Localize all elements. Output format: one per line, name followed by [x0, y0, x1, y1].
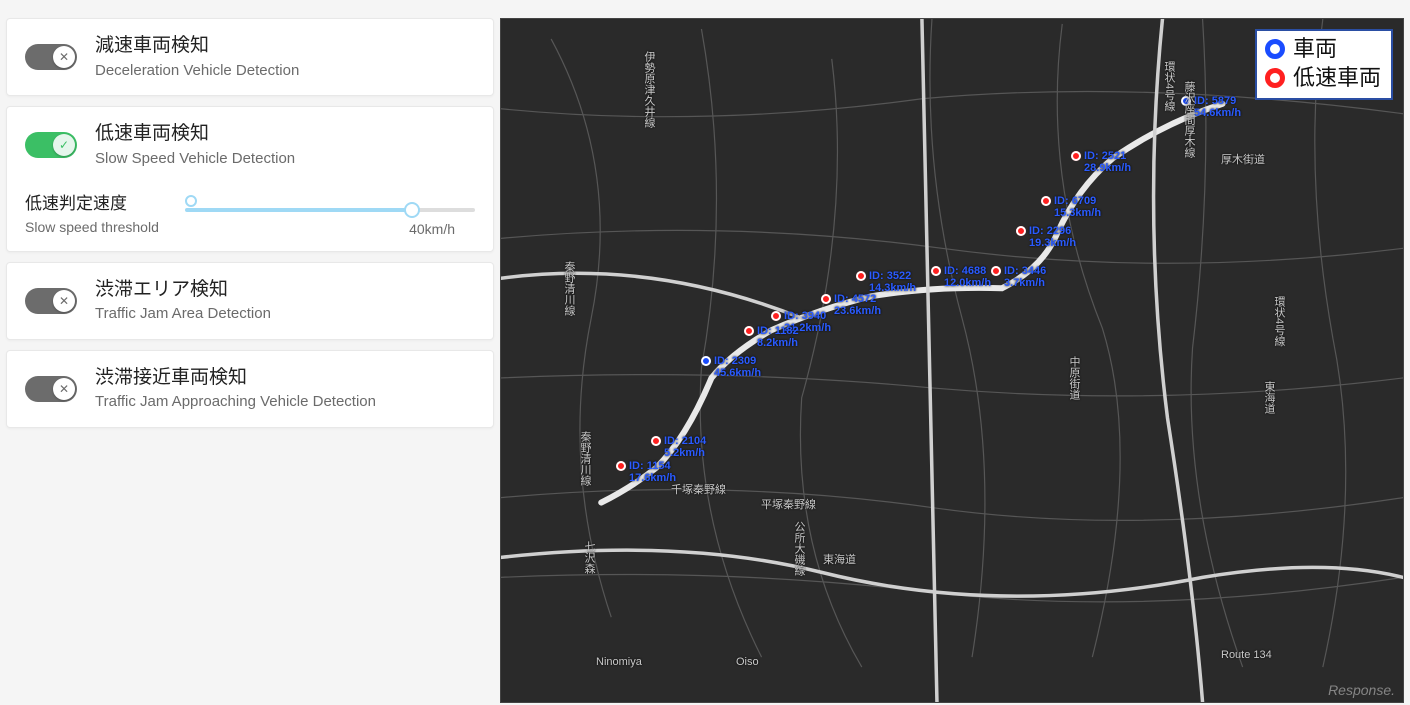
legend-slow-vehicle-label: 低速車両 [1293, 64, 1381, 93]
vehicle-marker[interactable] [856, 271, 866, 281]
vehicle-label: ID: 34463.7km/h [1004, 265, 1046, 289]
road-label: 東海道 [823, 551, 856, 567]
road-label: 中原街道 [1066, 356, 1082, 400]
road-label: 公所大磯線 [791, 521, 807, 576]
toggle-deceleration-detection[interactable]: ✕ [25, 44, 77, 70]
vehicle-marker[interactable] [991, 266, 1001, 276]
vehicle-label: ID: 457223.6km/h [834, 293, 881, 317]
label-jp: 渋滞接近車両検知 [95, 365, 376, 391]
settings-sidebar: ✕ 減速車両検知 Deceleration Vehicle Detection … [0, 0, 500, 705]
watermark: Response. [1328, 682, 1395, 698]
label-en: Slow Speed Vehicle Detection [95, 149, 295, 169]
vehicle-marker[interactable] [771, 311, 781, 321]
slider-value-display: 40km/h [185, 221, 475, 237]
slow-speed-threshold-slider[interactable] [185, 208, 475, 212]
card-slow-speed-detection: ✓ 低速車両検知 Slow Speed Vehicle Detection 低速… [6, 106, 494, 252]
map-canvas[interactable]: ID: 587954.6km/h ID: 252128.9km/h ID: 6709… [500, 18, 1404, 703]
vehicle-marker[interactable] [616, 461, 626, 471]
map-legend: 車両 低速車両 [1255, 29, 1393, 100]
road-label: 秦野清川線 [577, 431, 593, 486]
legend-row-slow-vehicle: 低速車両 [1265, 64, 1381, 93]
vehicle-marker[interactable] [931, 266, 941, 276]
close-icon: ✕ [53, 378, 75, 400]
vehicle-label: ID: 352214.3km/h [869, 270, 916, 294]
slider-start-dot [185, 195, 197, 207]
vehicle-label: ID: 11828.2km/h [757, 325, 799, 349]
label-jp: 渋滞エリア検知 [95, 277, 271, 303]
card-traffic-jam-approaching-detection: ✕ 渋滞接近車両検知 Traffic Jam Approaching Vehic… [6, 350, 494, 428]
slow-vehicle-dot-icon [1265, 68, 1285, 88]
vehicle-dot-icon [1265, 39, 1285, 59]
vehicle-label: ID: 115417.6km/h [629, 460, 676, 484]
vehicle-marker[interactable] [651, 436, 661, 446]
vehicle-label: ID: 229619.3km/h [1029, 225, 1076, 249]
toggle-slow-speed-detection[interactable]: ✓ [25, 132, 77, 158]
label-en: Traffic Jam Approaching Vehicle Detectio… [95, 392, 376, 412]
vehicle-label: ID: 670915.3km/h [1054, 195, 1101, 219]
road-label: 平塚秦野線 [761, 496, 816, 512]
label-jp: 低速車両検知 [95, 121, 295, 147]
vehicle-label: ID: 21045.2km/h [664, 435, 706, 459]
vehicle-marker[interactable] [744, 326, 754, 336]
card-deceleration-detection: ✕ 減速車両検知 Deceleration Vehicle Detection [6, 18, 494, 96]
road-label: 環状4号線 [1161, 61, 1177, 111]
road-label: 環状4号線 [1271, 296, 1287, 346]
card-traffic-jam-area-detection: ✕ 渋滞エリア検知 Traffic Jam Area Detection [6, 262, 494, 340]
toggle-traffic-jam-approaching[interactable]: ✕ [25, 376, 77, 402]
close-icon: ✕ [53, 46, 75, 68]
legend-row-vehicle: 車両 [1265, 35, 1381, 64]
vehicle-marker[interactable] [1016, 226, 1026, 236]
vehicle-marker[interactable] [1071, 151, 1081, 161]
road-label: 東海道 [1261, 381, 1277, 414]
vehicle-marker[interactable] [701, 356, 711, 366]
road-label: Ninomiya [596, 656, 642, 668]
check-icon: ✓ [53, 134, 75, 156]
slider-label-en: Slow speed threshold [25, 218, 159, 237]
road-label: 千塚秦野線 [671, 481, 726, 497]
vehicle-label: ID: 468812.0km/h [944, 265, 991, 289]
legend-vehicle-label: 車両 [1293, 35, 1337, 64]
label-en: Deceleration Vehicle Detection [95, 61, 299, 81]
road-label: Route 134 [1221, 649, 1272, 661]
close-icon: ✕ [53, 290, 75, 312]
label-en: Traffic Jam Area Detection [95, 304, 271, 324]
vehicle-marker[interactable] [1041, 196, 1051, 206]
map-roads-svg [501, 19, 1403, 702]
vehicle-label: ID: 587954.6km/h [1194, 95, 1241, 119]
vehicle-marker[interactable] [821, 294, 831, 304]
slider-label-jp: 低速判定速度 [25, 193, 159, 216]
road-label: 秦野清川線 [561, 261, 577, 316]
vehicle-label: ID: 252128.9km/h [1084, 150, 1131, 174]
road-label: 伊勢原津久井線 [641, 51, 657, 128]
road-label: Oiso [736, 656, 759, 668]
road-label: 七沢森 [581, 541, 597, 574]
toggle-traffic-jam-area[interactable]: ✕ [25, 288, 77, 314]
label-jp: 減速車両検知 [95, 33, 299, 59]
road-label: 厚木街道 [1221, 151, 1265, 167]
road-label: 藤沢座間厚木線 [1181, 81, 1197, 158]
vehicle-label: ID: 230945.6km/h [714, 355, 761, 379]
